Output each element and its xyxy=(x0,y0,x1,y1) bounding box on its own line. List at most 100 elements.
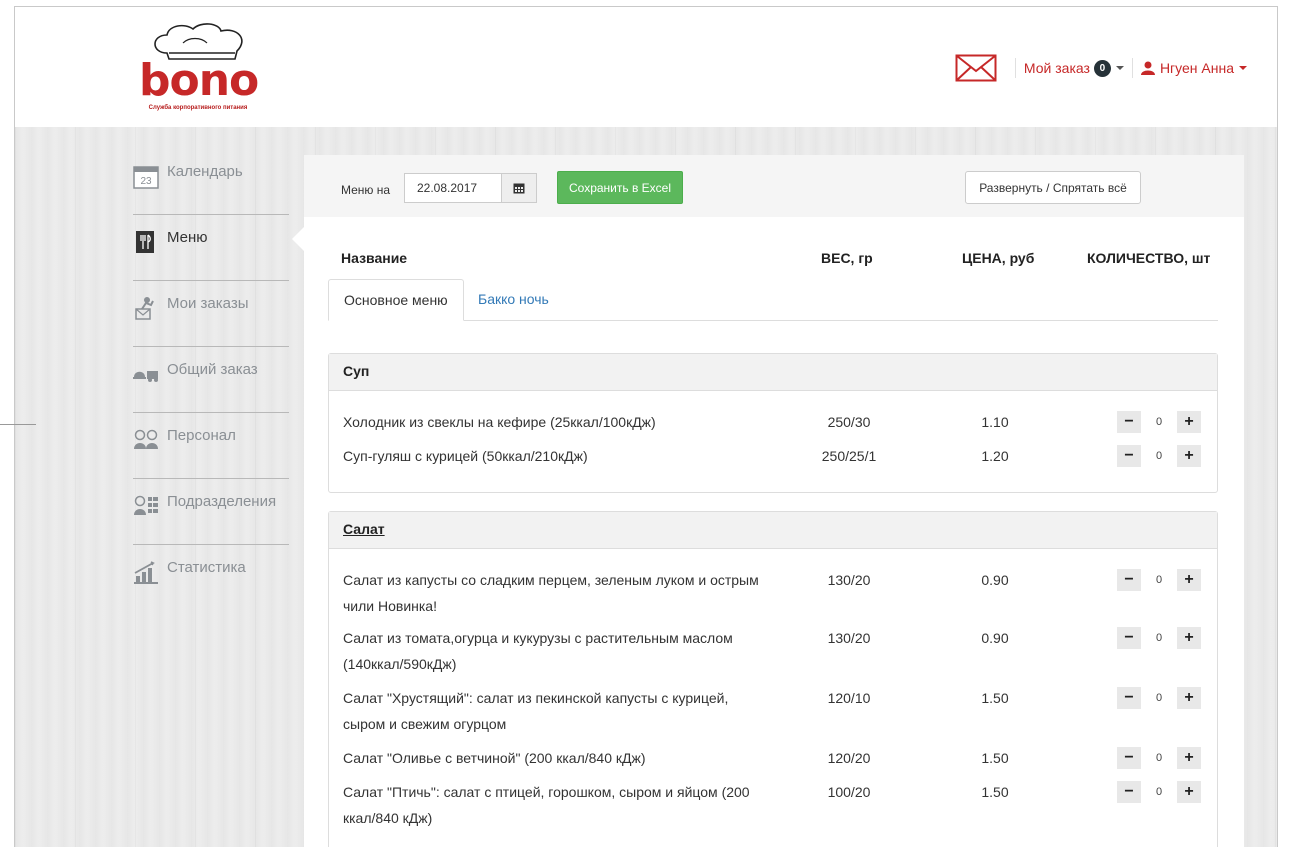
general-order-icon xyxy=(133,371,158,382)
user-name: Нгуен Анна xyxy=(1159,60,1234,76)
menu-panel: Меню на Сохранить в Excel Развернуть / С… xyxy=(304,155,1244,847)
dish-name: Салат "Хрустящий": салат из пекинской ка… xyxy=(343,690,729,732)
increment-button[interactable]: + xyxy=(1177,411,1201,433)
quantity-input[interactable] xyxy=(1141,411,1177,433)
calendar-icon xyxy=(513,183,525,194)
divider-line xyxy=(0,424,36,425)
quantity-stepper: − + xyxy=(1117,627,1201,649)
top-nav: Мой заказ 0 Нгуен Анна xyxy=(955,53,1247,83)
dish-name: Салат из капусты со сладким перцем, зеле… xyxy=(343,572,759,614)
sidebar-item-label: Общий заказ xyxy=(167,361,258,378)
quantity-input[interactable] xyxy=(1141,781,1177,803)
column-header-price: ЦЕНА, руб xyxy=(962,250,1035,266)
dish-price: 1.50 xyxy=(981,690,1009,706)
sidebar-item-label: Статистика xyxy=(167,559,246,576)
active-pointer xyxy=(292,227,304,251)
tab-bakko-night[interactable]: Бакко ночь xyxy=(463,279,564,321)
section-title[interactable]: Суп xyxy=(329,354,1217,391)
column-header-quantity: КОЛИЧЕСТВО, шт xyxy=(1087,250,1211,266)
menu-item-row: Суп-гуляш с курицей (50ккал/210кДж) 250/… xyxy=(329,443,1217,469)
quantity-stepper: − + xyxy=(1117,781,1201,803)
section-title[interactable]: Салат xyxy=(329,512,1217,549)
menu-date-label: Меню на xyxy=(341,183,391,197)
dish-price: 1.50 xyxy=(981,784,1009,800)
increment-button[interactable]: + xyxy=(1177,445,1201,467)
calendar-picker-button[interactable] xyxy=(501,173,537,203)
my-orders-icon xyxy=(135,297,154,320)
my-order-label: Мой заказ xyxy=(1023,60,1090,76)
sidebar-item-label: Мои заказы xyxy=(167,295,249,312)
sidebar-item-staff[interactable]: Персонал xyxy=(133,413,289,479)
decrement-button[interactable]: − xyxy=(1117,411,1141,433)
dish-name: Салат "Оливье с ветчиной" (200 ккал/840 … xyxy=(343,750,646,766)
sidebar-item-menu[interactable]: Меню xyxy=(133,215,289,281)
dish-weight: 100/20 xyxy=(827,784,871,800)
dish-weight: 120/10 xyxy=(827,690,871,706)
quantity-stepper: − + xyxy=(1117,747,1201,769)
menu-icon xyxy=(136,231,154,253)
sidebar-item-label: Подразделения xyxy=(167,493,277,510)
user-icon xyxy=(1140,61,1155,75)
expand-collapse-button[interactable]: Развернуть / Спрятать всё xyxy=(965,171,1141,204)
logo[interactable]: bono Служба корпоративного питания xyxy=(133,19,273,119)
dish-price: 1.10 xyxy=(981,414,1009,430)
dish-name: Холодник из свеклы на кефире (25ккал/100… xyxy=(343,414,656,430)
dish-weight: 130/20 xyxy=(827,630,871,646)
sidebar-item-my-orders[interactable]: Мои заказы xyxy=(133,281,289,347)
decrement-button[interactable]: − xyxy=(1117,569,1141,591)
user-menu[interactable]: Нгуен Анна xyxy=(1140,60,1247,76)
menu-item-row: Салат "Оливье с ветчиной" (200 ккал/840 … xyxy=(329,745,1217,771)
calendar-day: 23 xyxy=(140,176,152,187)
date-input[interactable] xyxy=(404,173,502,203)
dish-name: Салат "Птичь": салат с птицей, горошком,… xyxy=(343,784,750,826)
menu-tabs: Основное меню Бакко ночь xyxy=(328,279,1218,321)
decrement-button[interactable]: − xyxy=(1117,747,1141,769)
quantity-input[interactable] xyxy=(1141,445,1177,467)
quantity-input[interactable] xyxy=(1141,687,1177,709)
increment-button[interactable]: + xyxy=(1177,569,1201,591)
increment-button[interactable]: + xyxy=(1177,747,1201,769)
sidebar-item-general-order[interactable]: Общий заказ xyxy=(133,347,289,413)
decrement-button[interactable]: − xyxy=(1117,687,1141,709)
chevron-down-icon xyxy=(1115,66,1124,70)
sidebar-item-statistics[interactable]: Статистика xyxy=(133,545,289,611)
tab-main-menu[interactable]: Основное меню xyxy=(328,279,464,321)
staff-icon xyxy=(134,429,158,449)
menu-item-row: Салат из томата,огурца и кукурузы с раст… xyxy=(329,625,1217,677)
my-order-link[interactable]: Мой заказ 0 xyxy=(1023,59,1124,77)
dish-price: 1.50 xyxy=(981,750,1009,766)
quantity-stepper: − + xyxy=(1117,569,1201,591)
increment-button[interactable]: + xyxy=(1177,781,1201,803)
menu-item-row: Салат "Хрустящий": салат из пекинской ка… xyxy=(329,685,1217,737)
increment-button[interactable]: + xyxy=(1177,687,1201,709)
dish-price: 1.20 xyxy=(981,448,1009,464)
quantity-input[interactable] xyxy=(1141,747,1177,769)
app-window: bono Служба корпоративного питания Мой з… xyxy=(14,6,1278,847)
save-excel-button[interactable]: Сохранить в Excel xyxy=(557,171,683,204)
sidebar-item-calendar[interactable]: 23 Календарь xyxy=(133,149,289,215)
dish-name: Салат из томата,огурца и кукурузы с раст… xyxy=(343,630,733,672)
header: bono Служба корпоративного питания Мой з… xyxy=(15,7,1277,127)
sidebar-item-label: Меню xyxy=(167,229,208,246)
decrement-button[interactable]: − xyxy=(1117,627,1141,649)
quantity-input[interactable] xyxy=(1141,569,1177,591)
dish-weight: 250/30 xyxy=(827,414,871,430)
column-header-name: Название xyxy=(341,250,408,266)
sidebar-item-label: Персонал xyxy=(167,427,236,444)
decrement-button[interactable]: − xyxy=(1117,781,1141,803)
sidebar-item-departments[interactable]: Подразделения xyxy=(133,479,289,545)
decrement-button[interactable]: − xyxy=(1117,445,1141,467)
dish-weight: 250/25/1 xyxy=(821,448,877,464)
dish-weight: 120/20 xyxy=(827,750,871,766)
dish-price: 0.90 xyxy=(981,630,1009,646)
menu-item-row: Холодник из свеклы на кефире (25ккал/100… xyxy=(329,409,1217,435)
increment-button[interactable]: + xyxy=(1177,627,1201,649)
dish-name: Суп-гуляш с курицей (50ккал/210кДж) xyxy=(343,448,588,464)
mail-icon[interactable] xyxy=(955,54,997,82)
calendar-icon: 23 xyxy=(133,166,159,189)
logo-tagline: Служба корпоративного питания xyxy=(148,105,248,111)
departments-icon xyxy=(134,495,158,515)
quantity-input[interactable] xyxy=(1141,627,1177,649)
dish-price: 0.90 xyxy=(981,572,1009,588)
toolbar: Меню на Сохранить в Excel Развернуть / С… xyxy=(304,155,1244,217)
